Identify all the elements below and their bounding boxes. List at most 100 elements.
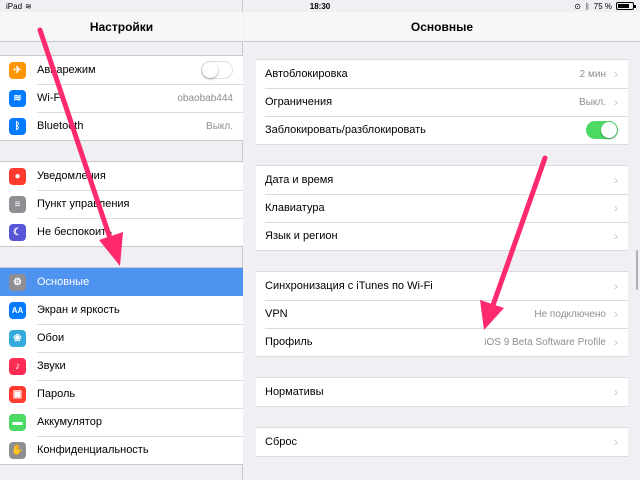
chevron-right-icon: › (614, 173, 618, 187)
row-label: Язык и регион (265, 230, 338, 242)
row-label: Профиль (265, 336, 313, 348)
chevron-right-icon: › (614, 95, 618, 109)
sidebar-item-label: Не беспокоить (37, 226, 112, 238)
sidebar-item-privacy[interactable]: ✋ Конфиденциальность (0, 436, 243, 464)
sidebar-item-general[interactable]: ⚙ Основные (0, 268, 243, 296)
sidebar-item-display[interactable]: AA Экран и яркость (0, 296, 243, 324)
bluetooth-status-icon: ᛒ (584, 1, 590, 11)
sidebar-item-label: Пункт управления (37, 198, 130, 210)
restrictions-row[interactable]: Ограничения Выкл. › (256, 88, 628, 116)
moon-icon: ☾ (9, 224, 26, 241)
display-icon: AA (9, 302, 26, 319)
row-value: Выкл. (579, 96, 606, 108)
sidebar-item-label: Пароль (37, 388, 76, 400)
status-bar: iPad ≋ 18:30 ⊙ ᛒ 75 % (0, 0, 640, 12)
auto-lock-row[interactable]: Автоблокировка 2 мин › (256, 60, 628, 88)
lock-unlock-toggle[interactable] (586, 121, 618, 139)
profile-row[interactable]: Профиль iOS 9 Beta Software Profile › (256, 328, 628, 356)
sidebar-item-label: Обои (37, 332, 65, 344)
sidebar-item-label: Wi-Fi (37, 92, 63, 104)
regulatory-row[interactable]: Нормативы › (256, 378, 628, 406)
notifications-icon: ● (9, 168, 26, 185)
itunes-wifi-sync-row[interactable]: Синхронизация с iTunes по Wi-Fi › (256, 272, 628, 300)
sidebar-group-general: ⚙ Основные AA Экран и яркость ❀ Обои ♪ З… (0, 267, 243, 465)
row-label: Автоблокировка (265, 68, 348, 80)
chevron-right-icon: › (614, 201, 618, 215)
row-value: Не подключено (534, 308, 606, 320)
sidebar-item-label: Уведомления (37, 170, 106, 182)
row-value: 2 мин (579, 68, 606, 80)
chevron-right-icon: › (614, 229, 618, 243)
chevron-right-icon: › (614, 307, 618, 321)
gear-icon: ⚙ (9, 274, 26, 291)
lock-unlock-row: Заблокировать/разблокировать (256, 116, 628, 144)
battery-percent: 75 % (593, 1, 612, 11)
chevron-right-icon: › (614, 435, 618, 449)
sidebar-item-sounds[interactable]: ♪ Звуки (0, 352, 243, 380)
sidebar-item-label: Аккумулятор (37, 416, 102, 428)
row-label: Ограничения (265, 96, 333, 108)
sidebar-item-do-not-disturb[interactable]: ☾ Не беспокоить (0, 218, 243, 246)
row-label: Дата и время (265, 174, 334, 186)
sidebar-item-bluetooth[interactable]: ᛒ Bluetooth Выкл. (0, 112, 243, 140)
sidebar-item-label: Конфиденциальность (37, 444, 149, 456)
vpn-row[interactable]: VPN Не подключено › (256, 300, 628, 328)
sidebar-group-connectivity: ✈ Авиарежим ≋ Wi-Fi obaobab444 ᛒ Bluetoo… (0, 55, 243, 141)
clock: 18:30 (309, 1, 331, 11)
wifi-status-icon: ≋ (25, 1, 32, 11)
scroll-indicator (636, 250, 638, 290)
bluetooth-value: Выкл. (206, 120, 233, 132)
wifi-icon: ≋ (9, 90, 26, 107)
reset-row[interactable]: Сброс › (256, 428, 628, 456)
sidebar-item-wifi[interactable]: ≋ Wi-Fi obaobab444 (0, 84, 243, 112)
sidebar-item-control-center[interactable]: ≡ Пункт управления (0, 190, 243, 218)
sidebar-group-notifications: ● Уведомления ≡ Пункт управления ☾ Не бе… (0, 161, 243, 247)
sidebar-item-passcode[interactable]: ▣ Пароль (0, 380, 243, 408)
settings-group-reset: Сброс › (256, 427, 628, 457)
battery-status-icon (616, 2, 636, 10)
lock-rotation-icon: ⊙ (574, 1, 581, 11)
chevron-right-icon: › (614, 67, 618, 81)
control-center-icon: ≡ (9, 196, 26, 213)
device-label: iPad (6, 1, 23, 11)
bluetooth-icon: ᛒ (9, 118, 26, 135)
sidebar-item-airplane[interactable]: ✈ Авиарежим (0, 56, 243, 84)
sidebar-item-label: Авиарежим (37, 64, 96, 76)
row-label: Сброс (265, 436, 297, 448)
settings-sidebar: Настройки ✈ Авиарежим ≋ Wi-Fi obaobab444… (0, 0, 243, 480)
sidebar-item-notifications[interactable]: ● Уведомления (0, 162, 243, 190)
row-label: Нормативы (265, 386, 324, 398)
row-label: Клавиатура (265, 202, 325, 214)
airplane-icon: ✈ (9, 62, 26, 79)
chevron-right-icon: › (614, 279, 618, 293)
general-settings-pane: Основные Автоблокировка 2 мин › Ограниче… (244, 0, 640, 480)
sidebar-item-battery[interactable]: ▬ Аккумулятор (0, 408, 243, 436)
sidebar-item-wallpaper[interactable]: ❀ Обои (0, 324, 243, 352)
language-region-row[interactable]: Язык и регион › (256, 222, 628, 250)
wallpaper-icon: ❀ (9, 330, 26, 347)
page-title: Основные (244, 12, 640, 42)
row-label: VPN (265, 308, 288, 320)
settings-group-locale: Дата и время › Клавиатура › Язык и регио… (256, 165, 628, 251)
sound-icon: ♪ (9, 358, 26, 375)
chevron-right-icon: › (614, 385, 618, 399)
settings-group-regulatory: Нормативы › (256, 377, 628, 407)
sidebar-item-label: Bluetooth (37, 120, 84, 132)
settings-group-sync: Синхронизация с iTunes по Wi-Fi › VPN Не… (256, 271, 628, 357)
row-label: Синхронизация с iTunes по Wi-Fi (265, 280, 433, 292)
row-label: Заблокировать/разблокировать (265, 124, 426, 136)
chevron-right-icon: › (614, 335, 618, 349)
row-value: iOS 9 Beta Software Profile (484, 336, 606, 348)
airplane-toggle[interactable] (201, 61, 233, 79)
sidebar-item-label: Звуки (37, 360, 66, 372)
date-time-row[interactable]: Дата и время › (256, 166, 628, 194)
keyboard-row[interactable]: Клавиатура › (256, 194, 628, 222)
hand-icon: ✋ (9, 442, 26, 459)
lock-icon: ▣ (9, 386, 26, 403)
battery-icon: ▬ (9, 414, 26, 431)
wifi-network-value: obaobab444 (177, 92, 233, 104)
settings-group-lock: Автоблокировка 2 мин › Ограничения Выкл.… (256, 59, 628, 145)
sidebar-title: Настройки (0, 12, 243, 42)
sidebar-item-label: Основные (37, 276, 90, 288)
sidebar-item-label: Экран и яркость (37, 304, 120, 316)
